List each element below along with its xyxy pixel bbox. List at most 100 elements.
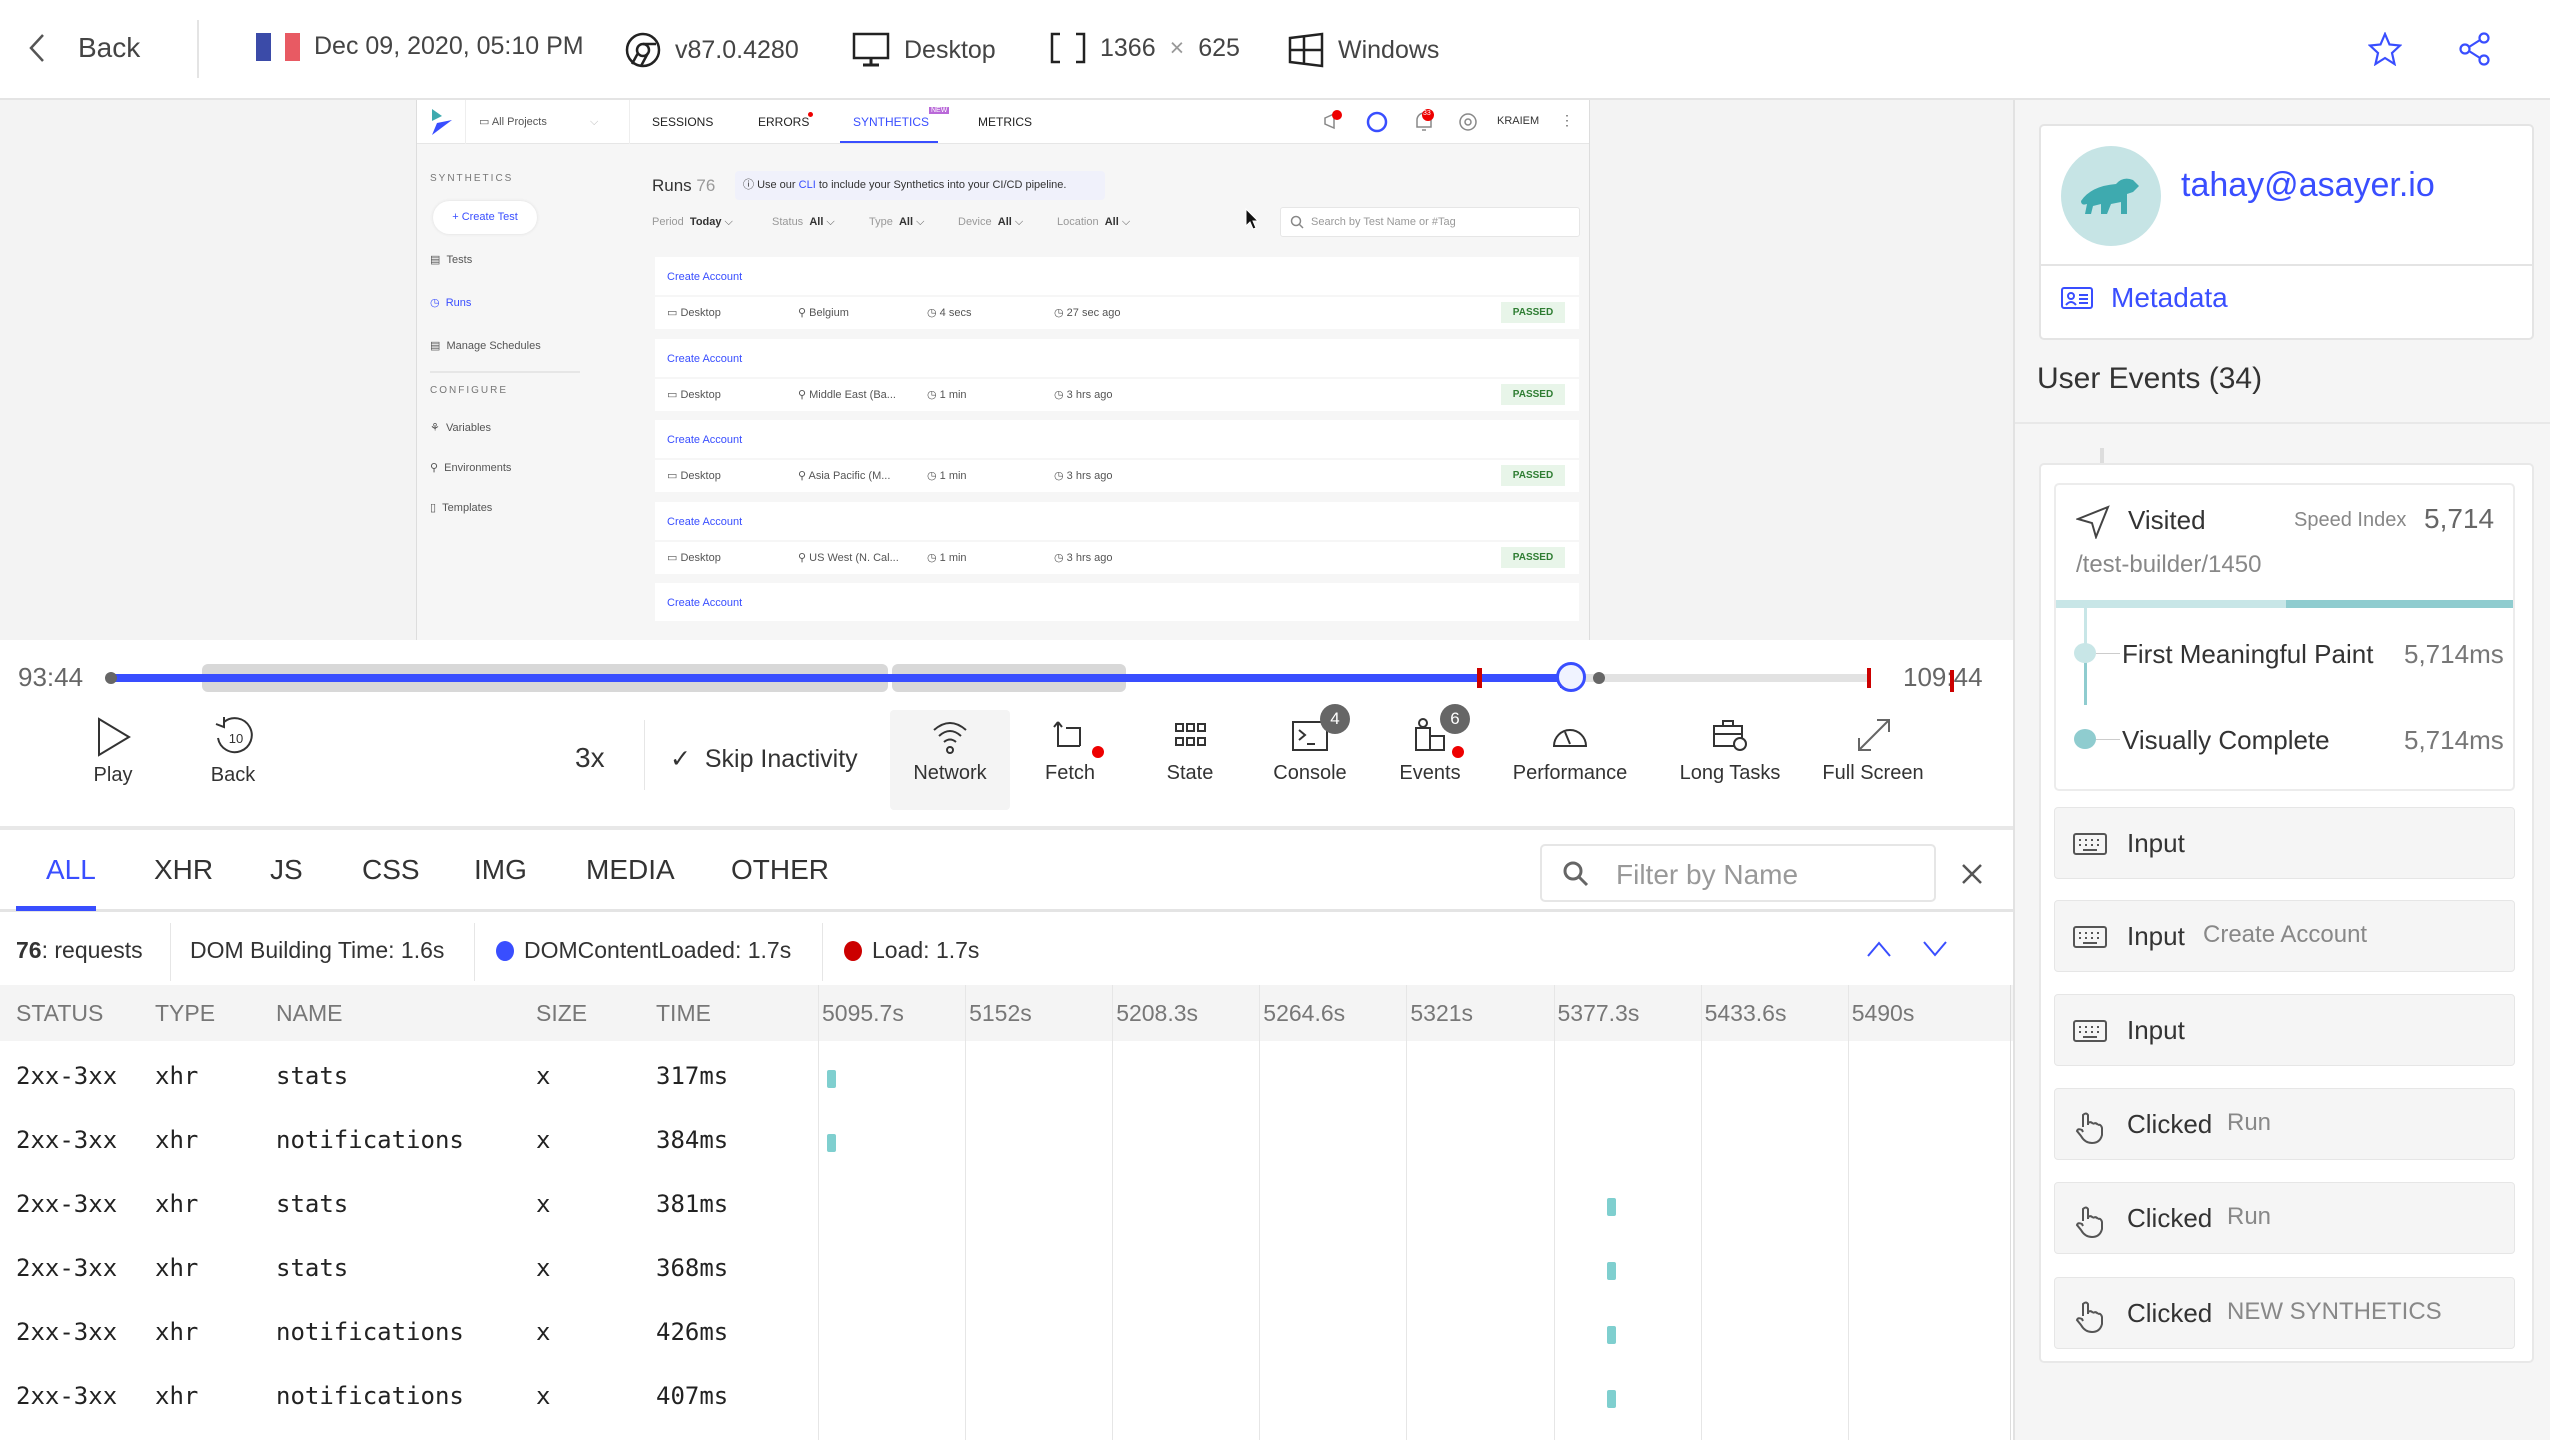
create-test-button[interactable]: + Create Test [433,201,537,234]
user-event-click[interactable]: Clicked Run [2054,1182,2515,1254]
performance-tool-button[interactable]: Performance [1505,710,1635,810]
console-tool-button[interactable]: Console 4 [1250,704,1370,810]
long-tasks-tool-button[interactable]: Long Tasks [1665,710,1795,810]
replay-tab[interactable]: SESSIONS [652,115,713,129]
error-marker[interactable] [1867,668,1871,688]
duration-label: 1 min [939,470,967,483]
run-name[interactable]: Create Account [667,353,742,365]
user-event-input[interactable]: Input [2054,807,2515,879]
filter-dropdown[interactable]: Device All ⌵ [958,216,1023,229]
column-header-time[interactable]: TIME [656,1000,711,1027]
network-tab-other[interactable]: OTHER [731,854,829,886]
search-runs-input[interactable]: Search by Test Name or #Tag [1280,207,1580,237]
network-request-row[interactable]: 2xx-3xx xhr stats x 317ms [0,1046,2013,1110]
column-header-size[interactable]: SIZE [536,1000,587,1027]
sidebar-item[interactable]: ▤ Manage Schedules [430,339,541,352]
megaphone-icon[interactable] [1322,110,1344,132]
column-header-name[interactable]: NAME [276,1000,342,1027]
sidebar-item[interactable]: ▯ Templates [430,501,492,514]
filter-dropdown[interactable]: Type All ⌵ [869,216,924,229]
network-table-header: STATUS TYPE NAME SIZE TIME 5095.7s 5152s 5208.3… [0,985,2013,1041]
column-header-status[interactable]: STATUS [16,1000,103,1027]
speed-button[interactable]: 3x [575,742,605,774]
run-name[interactable]: Create Account [667,597,742,609]
network-request-row[interactable]: 2xx-3xx xhr notifications x 407ms [0,1366,2013,1430]
play-button[interactable]: Play [58,710,168,810]
full-screen-label: Full Screen [1822,762,1924,784]
network-request-row[interactable]: 2xx-3xx xhr notifications x 426ms [0,1302,2013,1366]
sidebar-item[interactable]: ⚲ Environments [430,461,511,474]
close-icon[interactable] [1960,862,1984,886]
replay-tab[interactable]: ERRORS [758,115,809,129]
share-icon[interactable] [2458,32,2492,66]
fetch-tool-button[interactable]: Fetch [1010,710,1130,810]
project-selector[interactable]: ▭ All Projects ⌵ [479,115,598,129]
timeline-scrubber[interactable] [105,662,1871,692]
back-button[interactable]: Back [28,32,140,64]
back-10-button[interactable]: 10 Back [178,710,288,810]
sidebar-item[interactable]: ▤ Tests [430,253,472,266]
sidebar-item[interactable]: ◷ Runs [430,296,471,309]
run-name[interactable]: Create Account [667,271,742,283]
metadata-button[interactable]: Metadata [2061,282,2228,314]
time-tick-label: 5433.6s [1704,1000,1787,1026]
user-menu[interactable]: KRAIEM [1497,115,1539,127]
session-replay-screen[interactable]: ▭ All Projects ⌵ SESSIONS ERRORS SYNTHETIC… [416,100,1590,640]
column-header-type[interactable]: TYPE [155,1000,215,1027]
divider [465,100,466,144]
location-label: Belgium [809,307,849,319]
timeline-handle[interactable] [1555,662,1586,692]
filter-dropdown[interactable]: Status All ⌵ [772,216,835,229]
user-event-input[interactable]: Input Create Account [2054,900,2515,972]
user-event-input[interactable]: Input [2054,994,2515,1066]
run-card[interactable]: Create Account [655,257,1579,295]
filter-dropdown[interactable]: Location All ⌵ [1057,216,1130,229]
run-card[interactable]: Create Account [655,583,1579,622]
replay-tab[interactable]: METRICS [978,115,1032,129]
run-name[interactable]: Create Account [667,434,742,446]
chevron-down-icon[interactable] [1922,939,1948,959]
user-events-list[interactable]: Visited Speed Index 5,714 /test-builder/… [2039,463,2534,1363]
network-tab-css[interactable]: CSS [362,854,420,886]
network-tab-xhr[interactable]: XHR [154,854,213,886]
error-marker[interactable] [1477,668,1482,688]
network-tab-js[interactable]: JS [270,854,303,886]
filter-dropdown[interactable]: Period Today ⌵ [652,216,733,229]
user-event-click[interactable]: Clicked Run [2054,1088,2515,1160]
gear-icon[interactable] [1457,111,1479,133]
full-screen-tool-button[interactable]: Full Screen [1808,710,1938,810]
run-duration: ◷ 4 secs [927,307,972,319]
request-timing-bar [826,1134,836,1152]
network-request-row[interactable]: 2xx-3xx xhr stats x 368ms [0,1238,2013,1302]
network-tab-media[interactable]: MEDIA [586,854,675,886]
more-icon[interactable]: ⋮ [1560,112,1574,129]
events-tool-button[interactable]: Events 6 [1370,704,1490,810]
network-request-row[interactable]: 2xx-3xx xhr stats x 381ms [0,1174,2013,1238]
sidebar-item-label: Templates [442,502,493,514]
replay-tab[interactable]: SYNTHETICS [853,115,929,129]
run-card[interactable]: Create Account [655,420,1579,459]
chevron-up-icon[interactable] [1866,939,1892,959]
run-details: ▭ Desktop ⚲ Belgium ◷ 4 secs ◷ 27 sec ag… [655,297,1579,329]
network-tool-button[interactable]: Network [890,710,1010,810]
cli-link[interactable]: CLI [799,179,816,191]
run-card[interactable]: Create Account [655,338,1579,377]
visited-event[interactable]: Visited Speed Index 5,714 /test-builder/… [2054,483,2515,791]
metric-bar [2286,600,2513,608]
skip-inactivity-toggle[interactable]: ✓ Skip Inactivity [670,744,858,774]
sidebar-section-title: SYNTHETICS [430,173,514,184]
star-icon[interactable] [2368,32,2402,66]
event-value: Run [2227,1109,2272,1136]
visited-path: /test-builder/1450 [2076,551,2262,578]
network-tab-img[interactable]: IMG [474,854,527,886]
sidebar-item[interactable]: ⚘ Variables [430,421,491,434]
network-request-row[interactable]: 2xx-3xx xhr notifications x 384ms [0,1110,2013,1174]
state-tool-button[interactable]: State [1130,710,1250,810]
filter-by-name-input[interactable]: Filter by Name [1540,844,1936,902]
user-email[interactable]: tahay@asayer.io [2181,166,2435,205]
load-label: Load: 1.7s [872,937,980,963]
run-card[interactable]: Create Account [655,501,1579,540]
run-name[interactable]: Create Account [667,516,742,528]
user-event-click[interactable]: Clicked NEW SYNTHETICS [2054,1277,2515,1349]
network-tab-all[interactable]: ALL [46,854,96,886]
